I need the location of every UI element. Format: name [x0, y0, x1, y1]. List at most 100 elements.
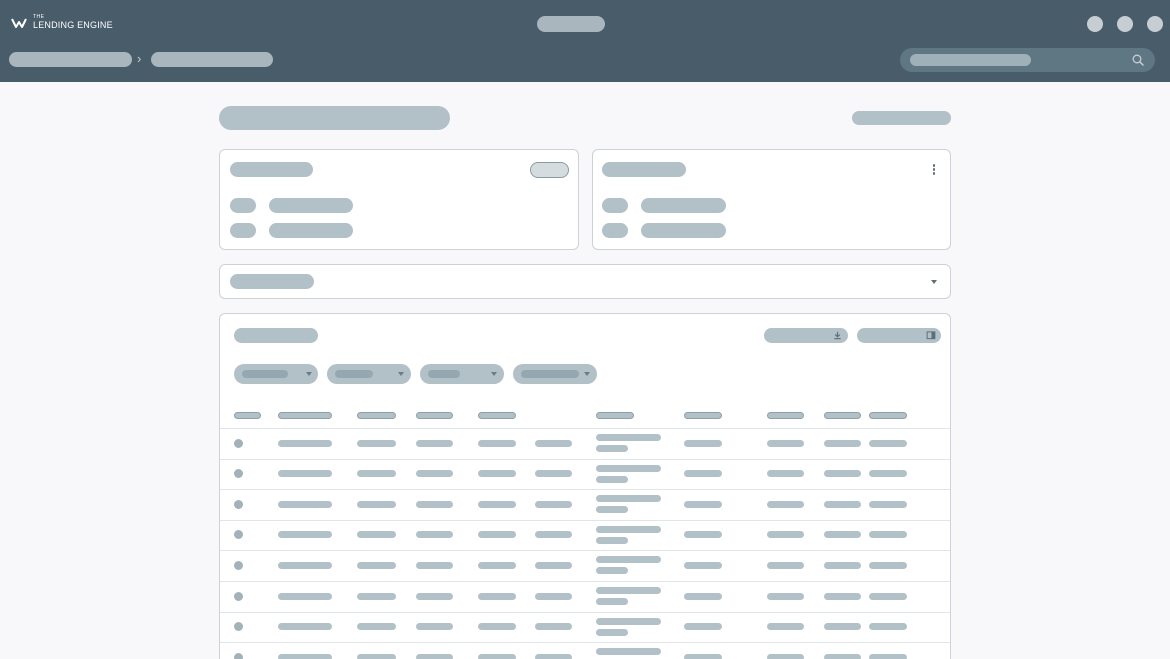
search-input[interactable]	[900, 48, 1155, 72]
column-header-11[interactable]	[869, 412, 907, 419]
row-select-radio[interactable]	[234, 560, 243, 570]
page-header-link[interactable]	[852, 111, 951, 125]
card-left-value-2	[269, 223, 353, 238]
filter-chip-4-label	[521, 370, 579, 378]
caret-down-icon	[398, 372, 404, 376]
table-cell	[684, 623, 722, 631]
search-placeholder	[910, 54, 1031, 66]
table-cell	[478, 470, 516, 478]
column-header-5[interactable]	[478, 412, 516, 419]
row-select-radio[interactable]	[234, 499, 243, 509]
card-right-value-2	[641, 223, 726, 238]
column-header-4[interactable]	[416, 412, 453, 419]
table-cell-multiline	[596, 598, 628, 605]
table-cell	[278, 531, 332, 539]
page-title	[219, 106, 450, 130]
table-cell	[535, 592, 572, 600]
card-right-title	[602, 162, 686, 177]
table-cell	[824, 653, 861, 659]
columns-button[interactable]	[857, 328, 941, 343]
table-cell	[767, 470, 804, 478]
filter-chip-2[interactable]	[327, 364, 411, 384]
table-cell	[357, 470, 396, 478]
table-cell	[535, 623, 572, 631]
breadcrumb-item-2[interactable]	[151, 52, 273, 67]
table-cell	[767, 623, 804, 631]
table-cell	[278, 470, 332, 478]
panel-toggle-icon	[926, 331, 936, 340]
row-select-radio[interactable]	[234, 591, 243, 601]
column-header-2[interactable]	[278, 412, 332, 419]
card-right-value-1	[641, 198, 726, 213]
header-action-1-button[interactable]	[1087, 16, 1103, 32]
table-cell	[478, 592, 516, 600]
table-cell	[684, 653, 722, 659]
table-cell-multiline	[596, 525, 661, 533]
header-action-2-button[interactable]	[1117, 16, 1133, 32]
chevron-right-icon: ›	[137, 51, 142, 66]
search-icon[interactable]	[1131, 53, 1145, 67]
table-cell	[684, 470, 722, 478]
column-header-7[interactable]	[596, 412, 634, 419]
header-action-3-button[interactable]	[1147, 16, 1163, 32]
table-cell	[478, 500, 516, 508]
row-divider	[220, 519, 950, 521]
app-logo[interactable]: THE LENDING ENGINE	[11, 15, 113, 30]
table-cell	[869, 623, 907, 631]
card-left-status-button[interactable]	[530, 162, 569, 178]
table-cell	[824, 623, 861, 631]
table-cell	[278, 592, 332, 600]
table-cell	[416, 500, 453, 508]
column-header-9[interactable]	[767, 412, 804, 419]
column-header-3[interactable]	[357, 412, 396, 419]
column-header-8[interactable]	[684, 412, 722, 419]
filter-chip-4[interactable]	[513, 364, 597, 384]
column-header-select[interactable]	[234, 412, 261, 419]
breadcrumb-item-1[interactable]	[9, 52, 132, 67]
table-cell	[357, 561, 396, 569]
row-select-radio[interactable]	[234, 652, 243, 659]
card-left-label-2	[230, 223, 256, 238]
dropdown-label	[230, 274, 314, 289]
table-cell	[869, 592, 907, 600]
table-cell	[416, 439, 453, 447]
table-cell-multiline	[596, 495, 661, 503]
row-divider	[220, 642, 950, 644]
table-cell	[824, 500, 861, 508]
table-cell-multiline	[596, 434, 661, 441]
table-cell	[416, 653, 453, 659]
filter-chip-1[interactable]	[234, 364, 318, 384]
row-select-radio[interactable]	[234, 438, 243, 448]
table-cell	[824, 439, 861, 447]
table-cell	[357, 439, 396, 447]
table-cell	[278, 653, 332, 659]
card-right-label-1	[602, 198, 628, 213]
table-cell	[478, 623, 516, 631]
table-cell-multiline	[596, 464, 661, 472]
card-left-value-1	[269, 198, 353, 213]
table-cell	[416, 470, 453, 478]
kebab-menu-icon[interactable]	[932, 164, 936, 176]
filter-chip-3[interactable]	[420, 364, 504, 384]
row-divider	[220, 611, 950, 613]
table-cell	[767, 592, 804, 600]
top-header: THE LENDING ENGINE ›	[0, 0, 1170, 82]
column-header-10[interactable]	[824, 412, 861, 419]
table-cell	[535, 500, 572, 508]
table-title	[234, 328, 318, 343]
table-cell	[535, 439, 572, 447]
caret-down-icon	[491, 372, 497, 376]
table-cell-multiline	[596, 617, 661, 625]
table-cell	[824, 531, 861, 539]
caret-down-icon	[306, 372, 312, 376]
table-cell	[767, 561, 804, 569]
table-cell	[767, 439, 804, 447]
table-cell	[767, 531, 804, 539]
table-cell	[278, 439, 332, 447]
lending-engine-logo-icon	[11, 18, 27, 28]
summary-card-right	[592, 149, 951, 250]
table-cell	[869, 439, 907, 447]
table-cell	[535, 561, 572, 569]
export-button[interactable]	[764, 328, 848, 343]
section-dropdown[interactable]	[219, 264, 951, 299]
